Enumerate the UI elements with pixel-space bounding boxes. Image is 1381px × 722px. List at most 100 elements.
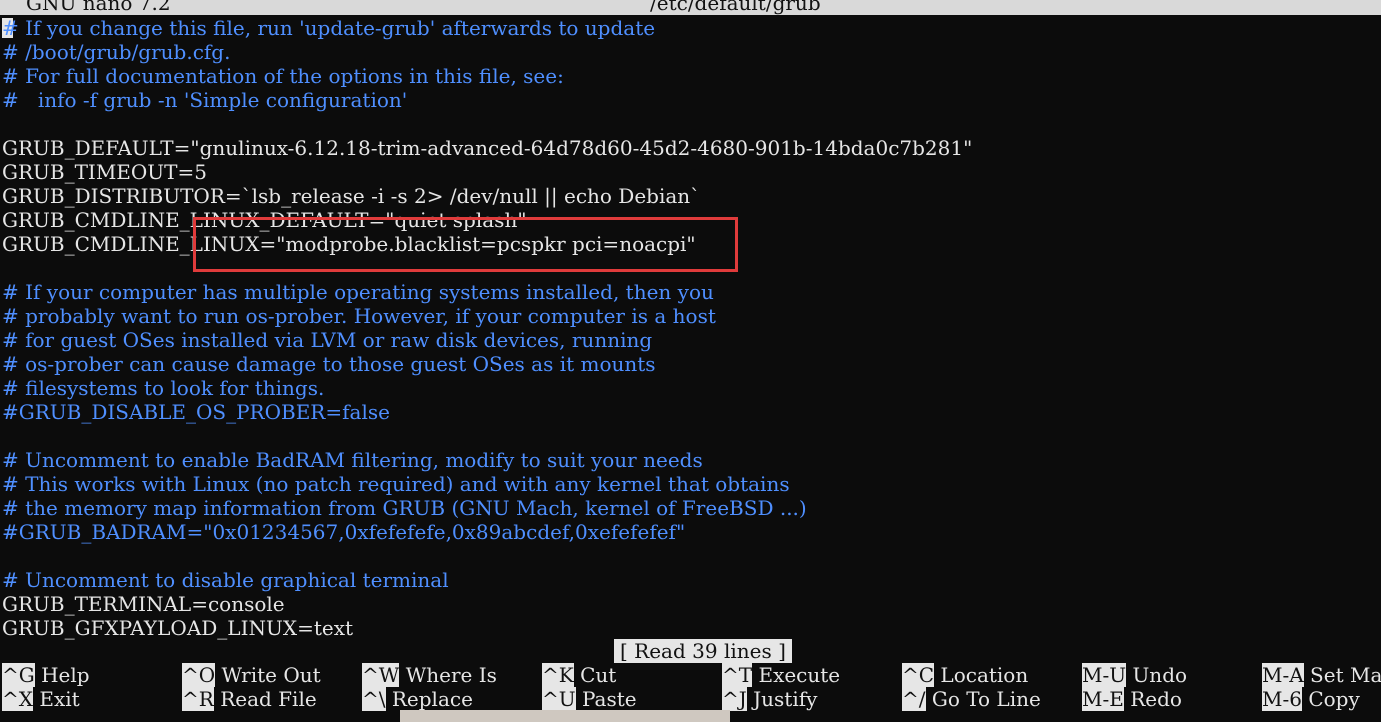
editor-line: GRUB_GFXPAYLOAD_LINUX=text [2,616,1372,640]
editor-line-text: # info -f grub -n 'Simple configuration' [2,88,408,112]
editor-line: GRUB_DISTRIBUTOR=`lsb_release -i -s 2> /… [2,184,1372,208]
editor-line: # for guest OSes installed via LVM or ra… [2,328,1372,352]
editor-line-text: # If you change this file, run 'update-g… [2,16,656,40]
editor-line-text: # probably want to run os-prober. Howeve… [2,304,716,328]
shortcut-row-2: ^X Exit ^R Read File ^\ Replace ^U Paste ^J … [2,687,1381,711]
editor-line: GRUB_DEFAULT="gnulinux-6.12.18-trim-adva… [2,136,1372,160]
nano-title-bar: GNU nano 7.2 /etc/default/grub [0,0,1381,15]
editor-line-text: # filesystems to look for things. [2,376,325,400]
shortcut-label: Read File [220,687,317,711]
editor-line: # If your computer has multiple operatin… [2,280,1372,304]
shortcut-read-file[interactable]: ^R Read File [182,687,317,711]
editor-line: # info -f grub -n 'Simple configuration' [2,88,1372,112]
editor-line-text: # the memory map information from GRUB (… [2,496,807,520]
shortcut-go-to-line[interactable]: ^/ Go To Line [902,687,1041,711]
editor-line-text: # for guest OSes installed via LVM or ra… [2,328,653,352]
shortcut-label: Paste [581,687,637,711]
background-window-strip [400,710,730,722]
editor-line-text: # Uncomment to enable BadRAM filtering, … [2,448,703,472]
shortcut-key: ^/ [902,687,926,711]
shortcut-key: ^W [362,663,400,687]
file-path: /etc/default/grub [650,0,821,15]
editor-line: GRUB_TIMEOUT=5 [2,160,1372,184]
shortcut-key: ^C [902,663,935,687]
shortcut-label: Justify [753,687,818,711]
editor-line-text: GRUB_DEFAULT="gnulinux-6.12.18-trim-adva… [2,136,973,160]
editor-line-text: GRUB_GFXPAYLOAD_LINUX=text [2,616,354,640]
editor-line-text: # If your computer has multiple operatin… [2,280,714,304]
shortcut-justify[interactable]: ^J Justify [722,687,817,711]
editor-line: # For full documentation of the options … [2,64,1372,88]
shortcut-label: Write Out [221,663,321,687]
shortcut-label: Set Ma [1310,663,1381,687]
editor-line-text: #GRUB_DISABLE_OS_PROBER=false [2,400,390,424]
shortcut-label: Undo [1132,663,1188,687]
shortcut-key: ^U [542,687,576,711]
shortcut-write-out[interactable]: ^O Write Out [182,663,321,687]
shortcut-location[interactable]: ^C Location [902,663,1028,687]
editor-line-text: # Uncomment to disable graphical termina… [2,568,449,592]
shortcut-key: M-A [1262,663,1304,687]
shortcut-key: ^X [2,687,33,711]
shortcut-bar: ^G Help ^O Write Out ^W Where Is ^K Cut ^T E… [2,663,1381,711]
shortcut-label: Exit [39,687,80,711]
shortcut-help[interactable]: ^G Help [2,663,90,687]
shortcut-exit[interactable]: ^X Exit [2,687,80,711]
editor-text-area[interactable]: # If you change this file, run 'update-g… [2,16,1372,640]
shortcut-undo[interactable]: M-U Undo [1082,663,1187,687]
editor-line: # If you change this file, run 'update-g… [2,16,1372,40]
editor-line: # Uncomment to enable BadRAM filtering, … [2,448,1372,472]
shortcut-label: Replace [391,687,473,711]
editor-line-text: GRUB_DISTRIBUTOR=`lsb_release -i -s 2> /… [2,184,701,208]
annotation-highlight-box [193,217,738,272]
shortcut-row-1: ^G Help ^O Write Out ^W Where Is ^K Cut ^T E… [2,663,1381,687]
editor-line-text: # This works with Linux (no patch requir… [2,472,790,496]
shortcut-copy[interactable]: M-6 Copy [1262,687,1360,711]
editor-line: #GRUB_BADRAM="0x01234567,0xfefefefe,0x89… [2,520,1372,544]
editor-line: # This works with Linux (no patch requir… [2,472,1372,496]
editor-line-text: # For full documentation of the options … [2,64,564,88]
shortcut-label: Execute [758,663,841,687]
editor-line: # the memory map information from GRUB (… [2,496,1372,520]
editor-line-text: #GRUB_BADRAM="0x01234567,0xfefefefe,0x89… [2,520,686,544]
shortcut-key: ^R [182,687,214,711]
editor-line: GRUB_TERMINAL=console [2,592,1372,616]
shortcut-key: M-U [1082,663,1127,687]
shortcut-label: Go To Line [931,687,1041,711]
editor-line: # /boot/grub/grub.cfg. [2,40,1372,64]
shortcut-key: M-6 [1262,687,1302,711]
shortcut-key: ^K [542,663,574,687]
shortcut-execute[interactable]: ^T Execute [722,663,840,687]
shortcut-label: Help [41,663,90,687]
shortcut-label: Copy [1308,687,1360,711]
shortcut-key: ^J [722,687,747,711]
shortcut-key: ^T [722,663,753,687]
shortcut-key: M-E [1082,687,1124,711]
editor-line: # filesystems to look for things. [2,376,1372,400]
editor-line: # os-prober can cause damage to those gu… [2,352,1372,376]
shortcut-label: Location [940,663,1029,687]
shortcut-paste[interactable]: ^U Paste [542,687,637,711]
shortcut-label: Redo [1130,687,1182,711]
shortcut-key: ^O [182,663,216,687]
shortcut-where-is[interactable]: ^W Where Is [362,663,497,687]
app-name: GNU nano 7.2 [26,0,171,15]
editor-line-text: # os-prober can cause damage to those gu… [2,352,656,376]
shortcut-key: ^G [2,663,35,687]
status-message: [ Read 39 lines ] [614,639,792,663]
editor-line-text: GRUB_TERMINAL=console [2,592,285,616]
editor-line-text: # /boot/grub/grub.cfg. [2,40,231,64]
shortcut-replace[interactable]: ^\ Replace [362,687,473,711]
shortcut-key: ^\ [362,687,386,711]
shortcut-label: Cut [580,663,617,687]
editor-line: # probably want to run os-prober. Howeve… [2,304,1372,328]
shortcut-redo[interactable]: M-E Redo [1082,687,1182,711]
shortcut-set-ma[interactable]: M-A Set Ma [1262,663,1381,687]
editor-line: # Uncomment to disable graphical termina… [2,568,1372,592]
shortcut-label: Where Is [405,663,497,687]
shortcut-cut[interactable]: ^K Cut [542,663,616,687]
editor-line-text: GRUB_TIMEOUT=5 [2,160,207,184]
